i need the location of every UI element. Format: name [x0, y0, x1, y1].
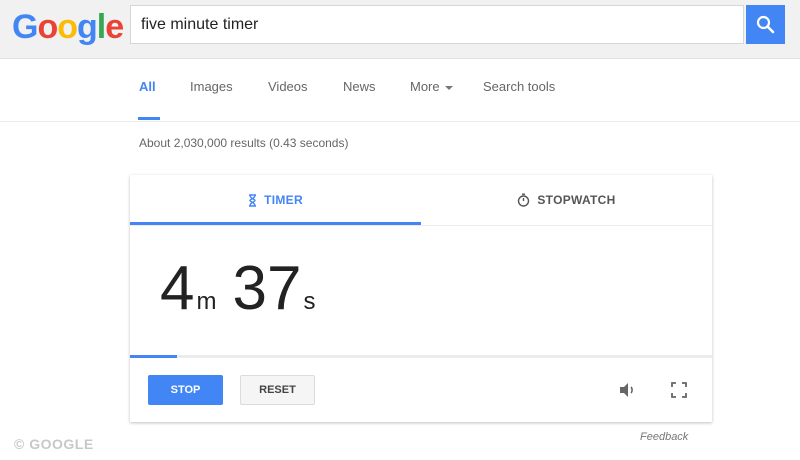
tab-news[interactable]: News	[343, 79, 376, 94]
tab-stopwatch-label: STOPWATCH	[537, 193, 616, 207]
seconds-unit: s	[303, 288, 316, 315]
logo-letter: l	[96, 8, 107, 46]
search-header: Google	[0, 0, 800, 59]
sound-button[interactable]	[616, 378, 640, 402]
fullscreen-icon	[671, 382, 687, 398]
search-results-page: Google All Images Videos News More Searc…	[0, 0, 800, 460]
logo-letter: o	[57, 8, 78, 46]
tab-images[interactable]: Images	[190, 79, 233, 94]
tab-more-label: More	[410, 79, 440, 94]
seconds-value: 37	[232, 254, 302, 323]
search-box[interactable]	[130, 5, 744, 44]
timer-card-tabs: TIMER STOPWATCH	[130, 175, 712, 226]
tab-search-tools[interactable]: Search tools	[483, 79, 555, 94]
stopwatch-icon	[518, 193, 530, 207]
search-button[interactable]	[746, 5, 785, 44]
result-stats: About 2,030,000 results (0.43 seconds)	[139, 136, 349, 150]
timer-progress-fill	[130, 355, 177, 358]
chevron-down-icon	[444, 85, 453, 90]
tab-more[interactable]: More	[410, 79, 453, 94]
fullscreen-button[interactable]	[667, 378, 691, 402]
time-display: 4m 37s	[160, 253, 331, 324]
active-card-tab-indicator	[130, 222, 421, 225]
logo-letter: G	[12, 8, 38, 46]
tab-timer-label: TIMER	[264, 193, 303, 207]
search-input[interactable]	[131, 6, 743, 43]
search-icon	[756, 15, 775, 34]
active-tab-indicator	[138, 117, 160, 120]
hourglass-icon	[249, 193, 257, 207]
tab-stopwatch[interactable]: STOPWATCH	[421, 175, 712, 225]
minutes-unit: m	[196, 288, 217, 315]
watermark: © GOOGLE	[14, 436, 94, 452]
tab-timer[interactable]: TIMER	[130, 175, 421, 225]
timer-card: TIMER STOPWATCH 4m 37s STOP RESET	[130, 175, 712, 422]
google-logo[interactable]: Google	[12, 8, 124, 47]
reset-button[interactable]: RESET	[240, 375, 315, 405]
feedback-link[interactable]: Feedback	[640, 431, 688, 443]
logo-letter: e	[105, 8, 124, 46]
tab-videos[interactable]: Videos	[268, 79, 308, 94]
logo-letter: o	[37, 8, 58, 46]
stop-button[interactable]: STOP	[148, 375, 223, 405]
minutes-value: 4	[160, 254, 195, 323]
tab-all[interactable]: All	[139, 79, 156, 94]
timer-progress-bar	[130, 355, 712, 358]
search-nav: All Images Videos News More Search tools	[0, 59, 800, 122]
logo-letter: g	[77, 8, 98, 46]
speaker-icon	[620, 383, 633, 397]
